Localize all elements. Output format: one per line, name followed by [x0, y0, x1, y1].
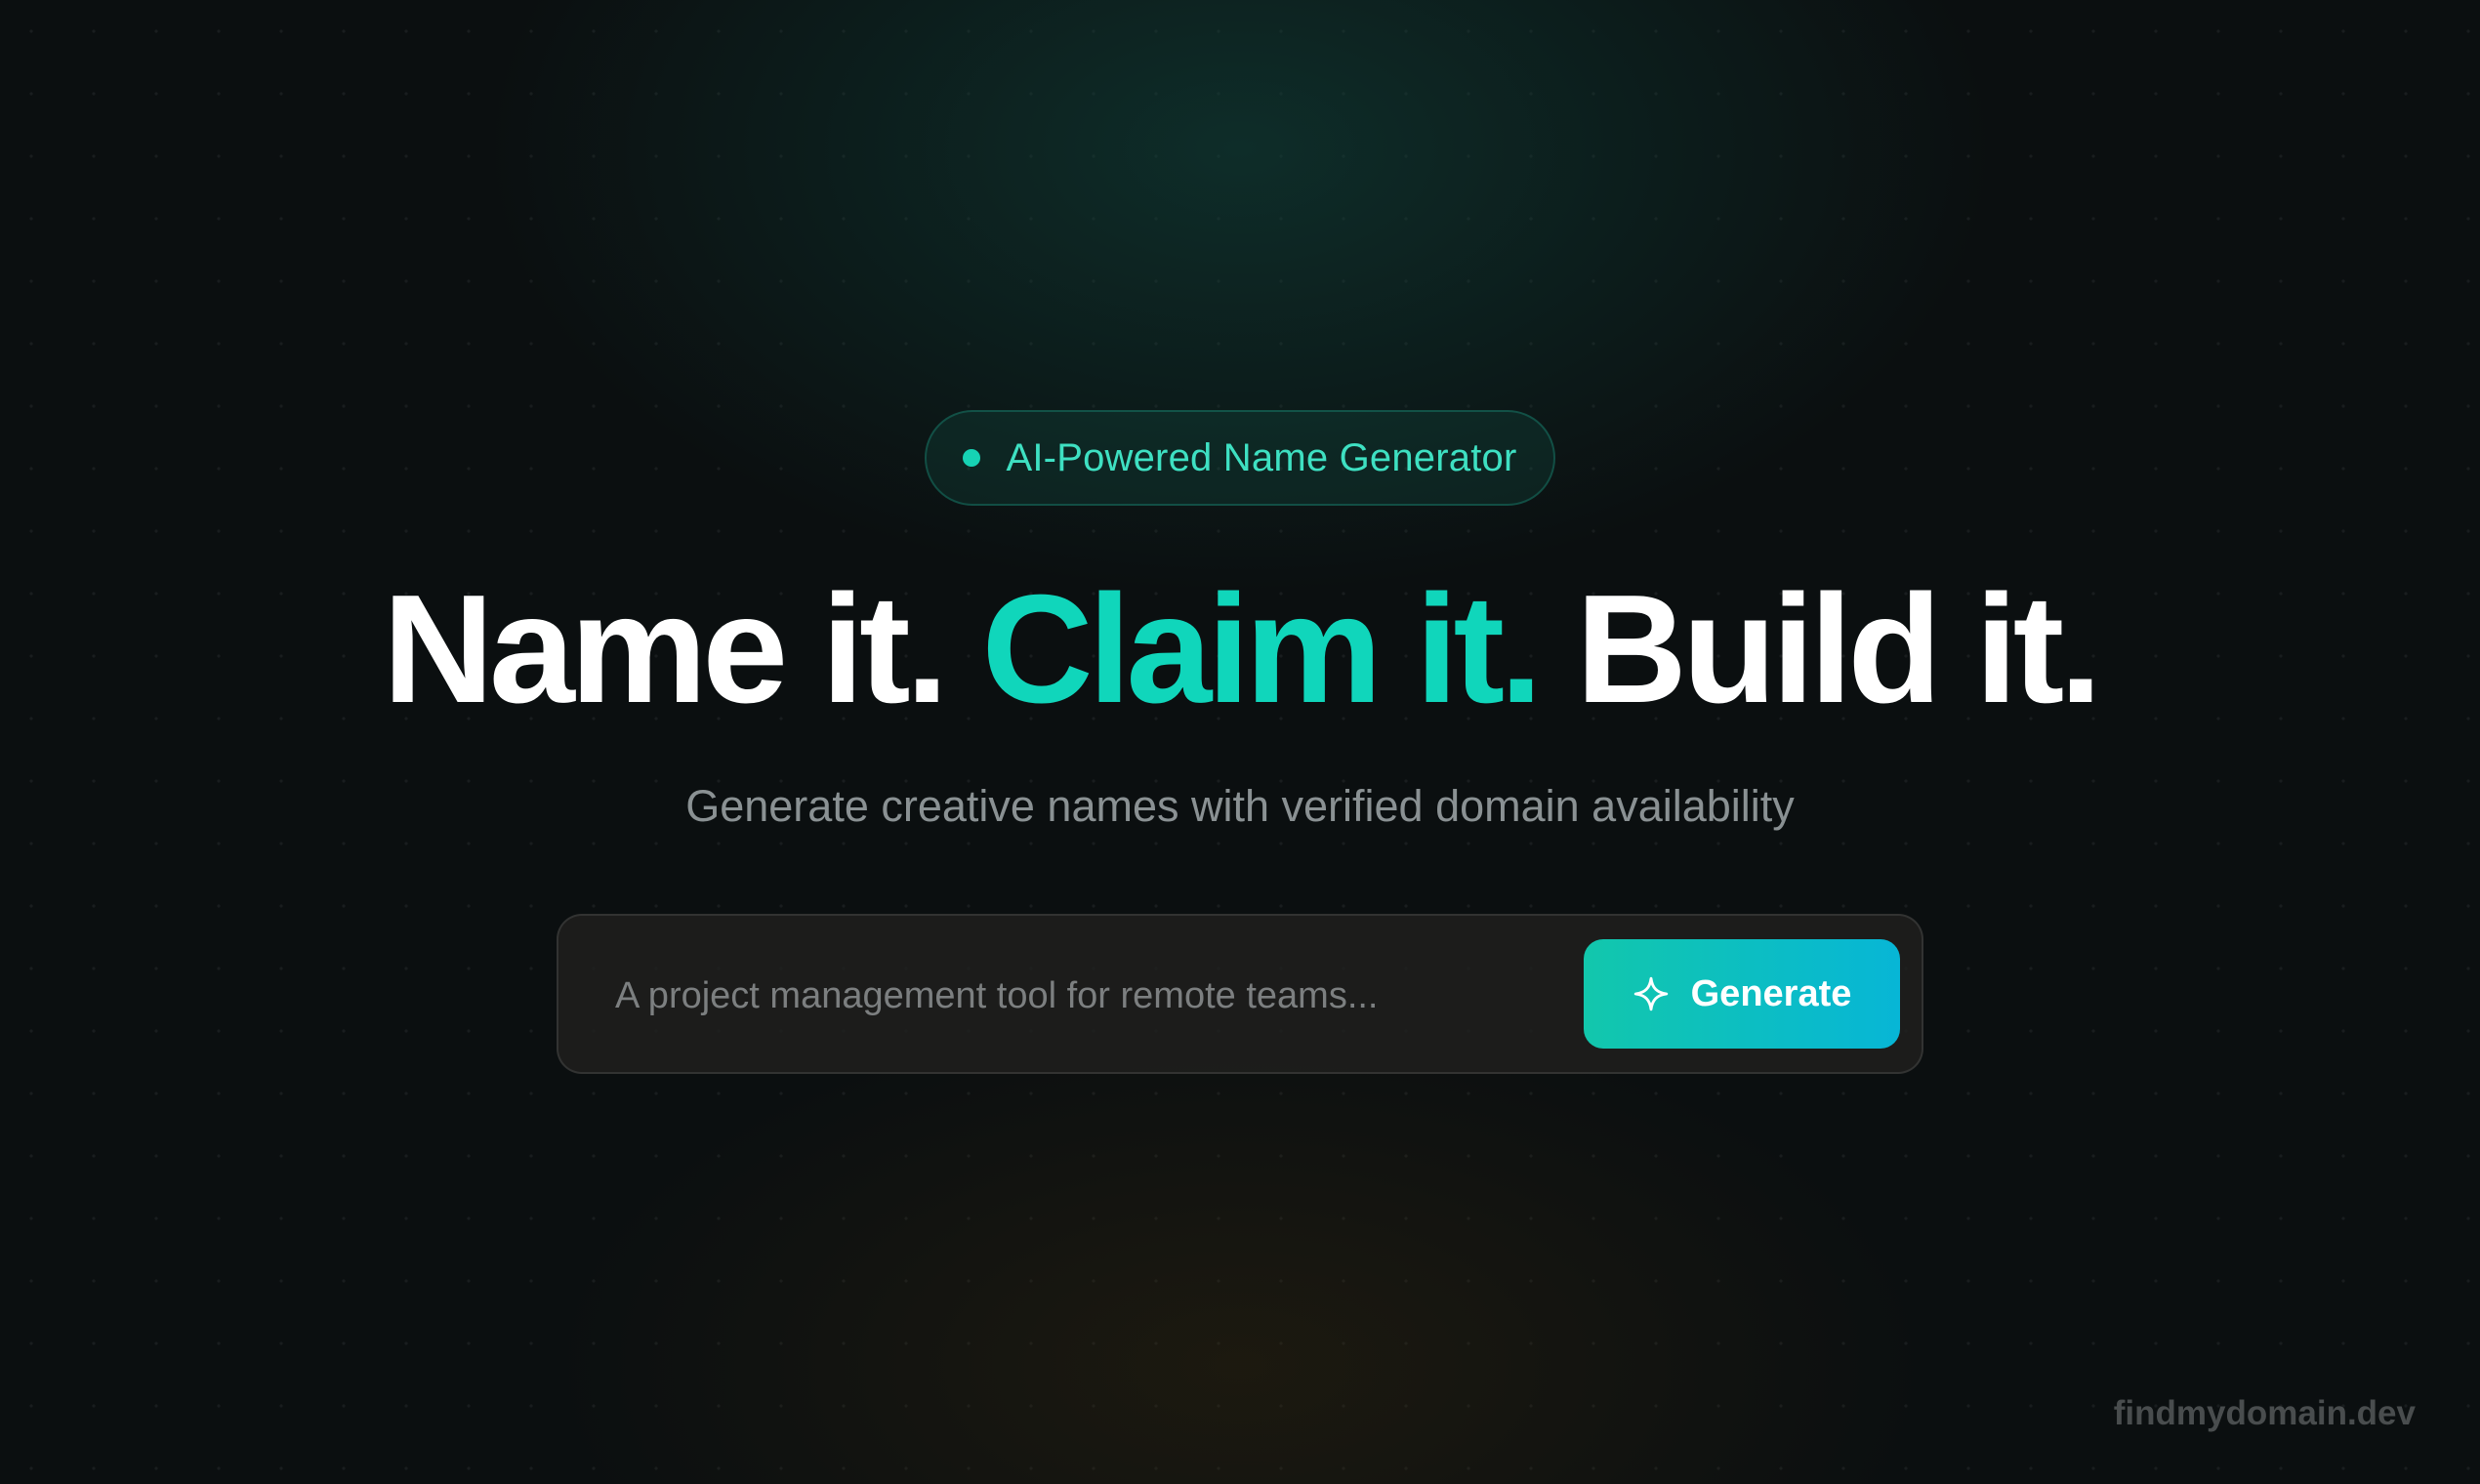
idea-input[interactable] [615, 955, 1474, 1037]
headline-part-claim: Claim it. [981, 563, 1543, 735]
headline-part-build: Build it. [1575, 563, 2102, 735]
generate-button-label: Generate [1690, 972, 1852, 1014]
generate-button[interactable]: Generate [1584, 939, 1900, 1049]
sparkle-icon [1633, 976, 1668, 1011]
page-subtitle: Generate creative names with verified do… [685, 781, 1795, 831]
headline-part-name: Name it. [382, 563, 949, 735]
page-headline: Name it. Claim it. Build it. [0, 561, 2480, 737]
hero-section: AI-Powered Name Generator Name it. Claim… [0, 0, 2480, 1484]
feature-badge: AI-Powered Name Generator [925, 410, 1555, 506]
site-domain-label: findmydomain.dev [2113, 1394, 2416, 1432]
idea-search-box: Generate [557, 914, 1923, 1074]
badge-label: AI-Powered Name Generator [1006, 435, 1517, 479]
status-dot-icon [963, 449, 981, 467]
